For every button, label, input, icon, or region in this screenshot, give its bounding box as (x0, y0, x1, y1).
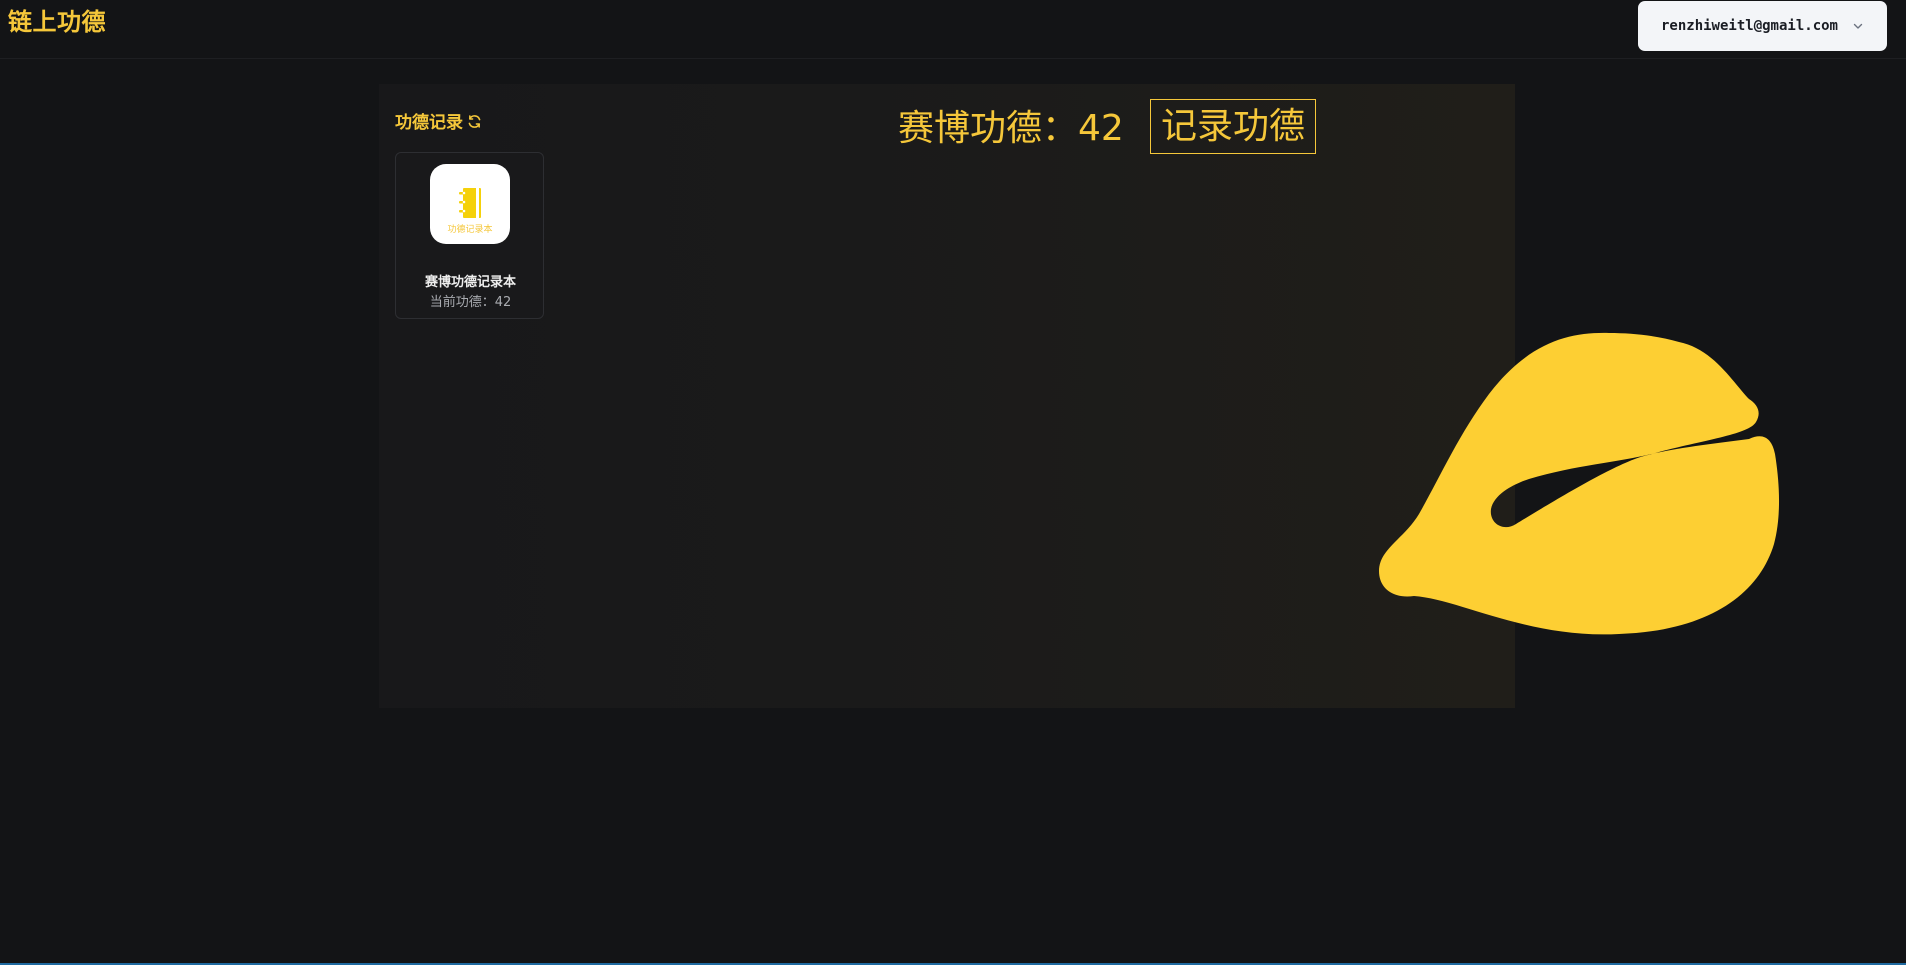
main-panel: 功德记录 功德记录本 赛博功德记录本 当前功德：42 赛博功德：42 记录功德 (379, 84, 1780, 708)
merit-records-header: 功德记录 (395, 108, 483, 133)
record-merit-button[interactable]: 记录功德 (1150, 99, 1316, 154)
account-dropdown[interactable]: renzhiweitl@gmail.com (1638, 1, 1887, 51)
notebook-icon-label: 功德记录本 (447, 225, 493, 235)
notebook-app-icon: 功德记录本 (430, 164, 510, 244)
chevron-down-icon (1853, 23, 1863, 29)
merit-counter: 赛博功德：42 (898, 108, 1124, 149)
refresh-icon[interactable] (466, 113, 483, 130)
merit-record-card[interactable]: 功德记录本 赛博功德记录本 当前功德：42 (395, 152, 544, 319)
wooden-fish-icon[interactable] (1372, 332, 1792, 652)
merit-records-title: 功德记录 (395, 113, 463, 133)
card-title: 赛博功德记录本 (424, 275, 516, 290)
account-email: renzhiweitl@gmail.com (1660, 18, 1838, 34)
brand-title[interactable]: 链上功德 (8, 2, 106, 37)
top-navbar: 链上功德 renzhiweitl@gmail.com (0, 0, 1906, 59)
card-merit-count: 当前功德：42 (429, 295, 512, 310)
